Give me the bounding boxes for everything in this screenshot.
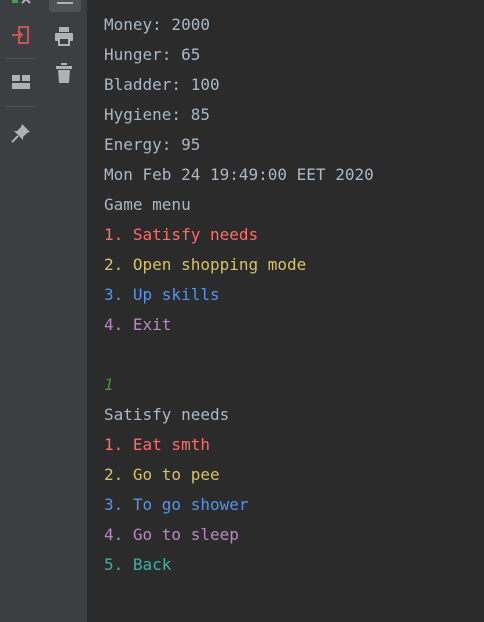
pin-icon[interactable] (10, 122, 32, 144)
game-menu-item: 1. Satisfy needs (104, 225, 259, 244)
game-menu-title: Game menu (104, 195, 191, 214)
money-status: Money: 2000 (104, 15, 210, 34)
soft-wrap-icon[interactable] (49, 0, 81, 12)
needs-menu-item: 2. Go to pee (104, 465, 220, 484)
needs-menu-item: 3. To go shower (104, 495, 249, 514)
print-icon[interactable] (53, 25, 75, 47)
console-toolbar-left (0, 0, 45, 622)
rerun-icon[interactable] (10, 0, 34, 8)
exit-icon[interactable] (10, 24, 32, 46)
hunger-status: Hunger: 65 (104, 45, 201, 64)
delete-icon[interactable] (54, 62, 74, 84)
toolbar-separator (6, 106, 36, 107)
needs-menu-item: 5. Back (104, 555, 172, 574)
console-toolbar-right (44, 0, 88, 622)
needs-menu-item: 4. Go to sleep (104, 525, 239, 544)
needs-menu-title: Satisfy needs (104, 405, 230, 424)
game-menu-item: 4. Exit (104, 315, 172, 334)
date-line: Mon Feb 24 19:49:00 EET 2020 (104, 165, 374, 184)
bladder-status: Bladder: 100 (104, 75, 220, 94)
needs-menu-item: 1. Eat smth (104, 435, 210, 454)
game-menu-item: 3. Up skills (104, 285, 220, 304)
game-menu-item: 2. Open shopping mode (104, 255, 307, 274)
energy-status: Energy: 95 (104, 135, 201, 154)
toolbar-separator (6, 58, 36, 59)
console-output[interactable]: Money: 2000 Hunger: 65 Bladder: 100 Hygi… (87, 0, 484, 622)
user-input-line: 1 (104, 375, 114, 394)
hygiene-status: Hygiene: 85 (104, 105, 210, 124)
layout-icon[interactable] (11, 72, 31, 92)
